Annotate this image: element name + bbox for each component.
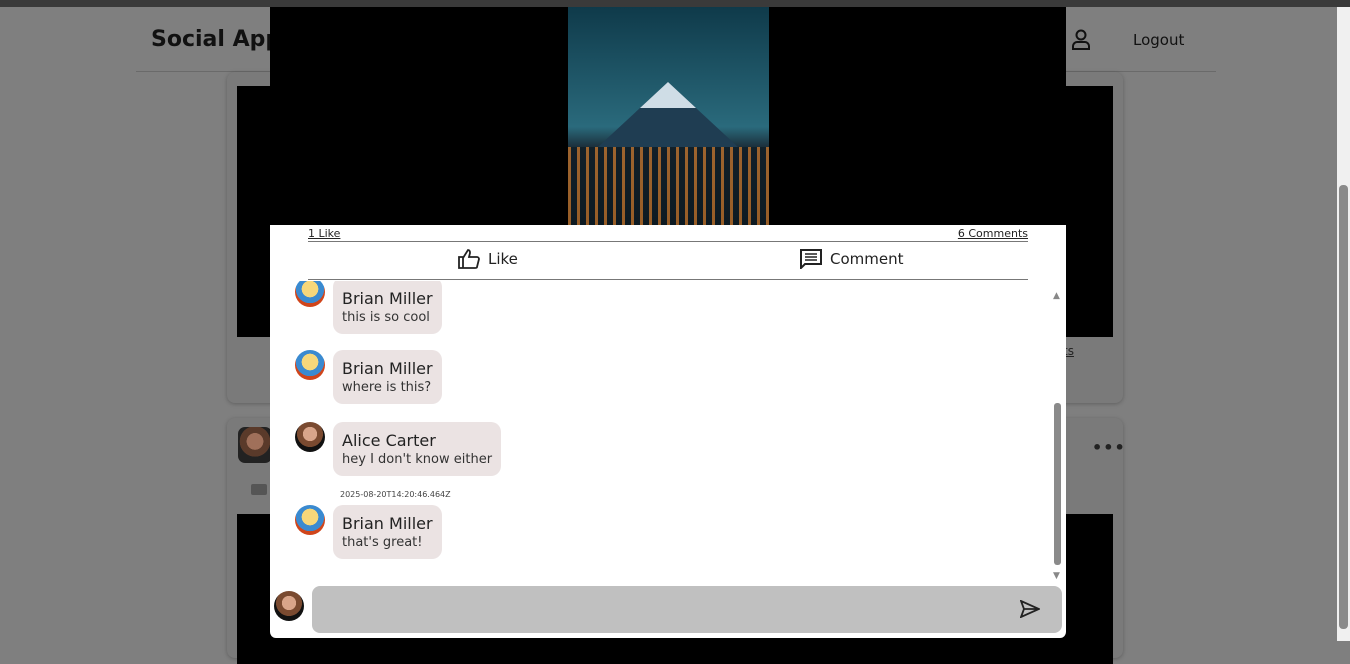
- comment-input[interactable]: [312, 586, 1062, 633]
- like-button[interactable]: Like: [458, 249, 518, 269]
- comment-text: hey I don't know either: [342, 452, 493, 467]
- comment-item: Alice Carter hey I don't know either: [295, 422, 502, 476]
- scroll-up-arrow-icon[interactable]: ▲: [1053, 291, 1060, 301]
- avatar[interactable]: [295, 422, 325, 452]
- comments-scrollbar[interactable]: ▲ ▼: [1052, 285, 1064, 583]
- comment-author: Alice Carter: [342, 431, 436, 450]
- logout-button[interactable]: Logout: [1133, 31, 1184, 49]
- post-image-container: [270, 7, 1066, 225]
- current-user-avatar: [274, 591, 304, 621]
- comment-item: Brian Miller this is so cool: [295, 281, 442, 334]
- browser-top-bar: [0, 0, 1350, 7]
- comment-button[interactable]: Comment: [800, 249, 904, 269]
- like-label: Like: [488, 250, 518, 268]
- thumbs-up-icon: [458, 249, 480, 269]
- comment-compose: [270, 585, 1066, 635]
- comments-list: Brian Miller this is so cool Brian Miller…: [270, 281, 1066, 583]
- more-options-icon[interactable]: •••: [1092, 438, 1126, 457]
- avatar[interactable]: [295, 350, 325, 380]
- scroll-down-arrow-icon[interactable]: ▼: [1053, 571, 1060, 581]
- post-modal: 1 Like 6 Comments Like Comment Brian Mil…: [270, 7, 1066, 638]
- likes-count-link[interactable]: 1 Like: [308, 227, 340, 240]
- comment-timestamp: 2025-08-20T14:20:46.464Z: [340, 490, 451, 499]
- post-actions: Like Comment: [308, 242, 1028, 280]
- comment-author: Brian Miller: [342, 514, 433, 533]
- post-stats: 1 Like 6 Comments: [308, 227, 1028, 242]
- page-scrollbar-thumb[interactable]: [1339, 185, 1348, 629]
- app-brand[interactable]: Social App: [151, 27, 281, 52]
- user-icon[interactable]: [1071, 29, 1091, 51]
- avatar[interactable]: [295, 281, 325, 307]
- avatar[interactable]: [238, 427, 272, 463]
- send-icon[interactable]: [1020, 600, 1040, 618]
- comment-text: this is so cool: [342, 310, 430, 325]
- comment-label: Comment: [830, 250, 904, 268]
- comment-item: Brian Miller that's great!: [295, 505, 442, 559]
- comments-scrollbar-thumb[interactable]: [1054, 403, 1061, 565]
- comment-text: where is this?: [342, 380, 432, 395]
- comment-icon: [800, 249, 822, 269]
- comment-author: Brian Miller: [342, 289, 433, 308]
- comment-text: that's great!: [342, 535, 423, 550]
- camera-icon: [251, 484, 267, 495]
- comments-count-link[interactable]: 6 Comments: [958, 227, 1028, 240]
- post-image: [568, 7, 769, 225]
- comment-item: Brian Miller where is this?: [295, 350, 442, 404]
- page-scrollbar[interactable]: [1337, 7, 1350, 641]
- comment-author: Brian Miller: [342, 359, 433, 378]
- avatar[interactable]: [295, 505, 325, 535]
